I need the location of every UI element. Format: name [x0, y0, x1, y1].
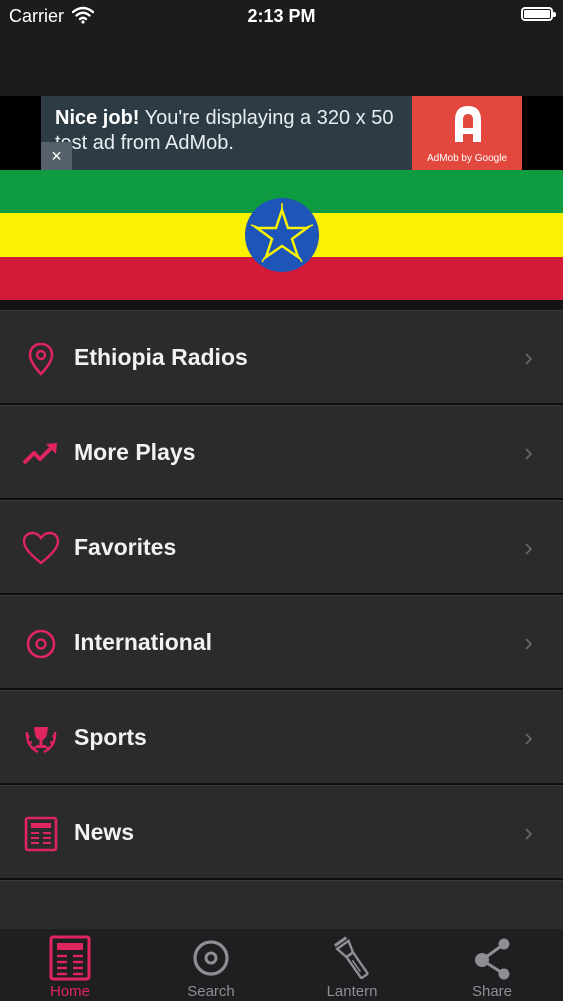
menu-item-ethiopia-radios[interactable]: Ethiopia Radios [0, 310, 563, 405]
trophy-icon [25, 727, 57, 754]
clock: 2:13 PM [247, 6, 316, 26]
menu-item-label: Favorites [74, 534, 177, 560]
location-pin-icon [28, 342, 54, 376]
ethiopia-flag [0, 170, 563, 300]
admob-caption: AdMob by Google [426, 153, 508, 164]
chevron-right-icon [525, 353, 533, 365]
flashlight-icon [333, 936, 369, 980]
menu-item-sports[interactable]: Sports [0, 690, 563, 785]
menu-item-more-plays[interactable]: More Plays [0, 405, 563, 500]
ethiopia-emblem-icon [245, 198, 319, 272]
tab-label: Lantern [326, 983, 378, 1000]
battery-icon [521, 7, 556, 21]
share-icon [475, 938, 510, 980]
ad-text: Nice job! You're displaying a 320 x 50 t… [55, 106, 415, 156]
menu-item-international[interactable]: International [0, 595, 563, 690]
main-menu: Ethiopia Radios More Plays Favorites Int… [0, 310, 563, 975]
target-icon [26, 629, 56, 659]
heart-icon [22, 531, 60, 565]
ad-banner-container: Nice job! You're displaying a 320 x 50 t… [0, 96, 563, 170]
close-icon: × [51, 146, 62, 166]
chevron-right-icon [525, 733, 533, 745]
admob-logo-icon [455, 106, 481, 142]
status-bar: Carrier 2:13 PM [0, 0, 563, 32]
tab-label: Share [471, 983, 513, 1000]
chevron-right-icon [525, 543, 533, 555]
tab-label: Search [187, 983, 235, 1000]
header-separator [0, 300, 563, 310]
menu-item-favorites[interactable]: Favorites [0, 500, 563, 595]
tab-lantern[interactable]: Lantern [282, 929, 422, 1001]
tab-search[interactable]: Search [141, 929, 281, 1001]
chevron-right-icon [525, 828, 533, 840]
menu-item-label: News [74, 819, 135, 845]
target-icon [193, 940, 229, 976]
menu-item-label: Sports [74, 724, 147, 750]
menu-item-label: More Plays [74, 439, 196, 465]
menu-item-label: International [74, 629, 213, 655]
ad-banner[interactable]: Nice job! You're displaying a 320 x 50 t… [41, 96, 522, 170]
trending-up-icon [22, 443, 57, 465]
newspaper-icon [24, 816, 58, 852]
tab-home[interactable]: Home [0, 929, 140, 1001]
ad-close-button[interactable]: × [41, 142, 72, 170]
chevron-right-icon [525, 638, 533, 650]
chevron-right-icon [525, 448, 533, 460]
menu-item-label: Ethiopia Radios [74, 344, 248, 370]
navigation-bar [0, 32, 563, 96]
tab-share[interactable]: Share [422, 929, 562, 1001]
tab-label: Home [49, 983, 90, 1000]
tab-bar: Home Search Lantern Share [0, 928, 563, 1001]
admob-logo: AdMob by Google [412, 96, 522, 170]
menu-item-news[interactable]: News [0, 785, 563, 880]
ad-headline: Nice job! [55, 107, 140, 129]
newspaper-icon [49, 935, 91, 981]
